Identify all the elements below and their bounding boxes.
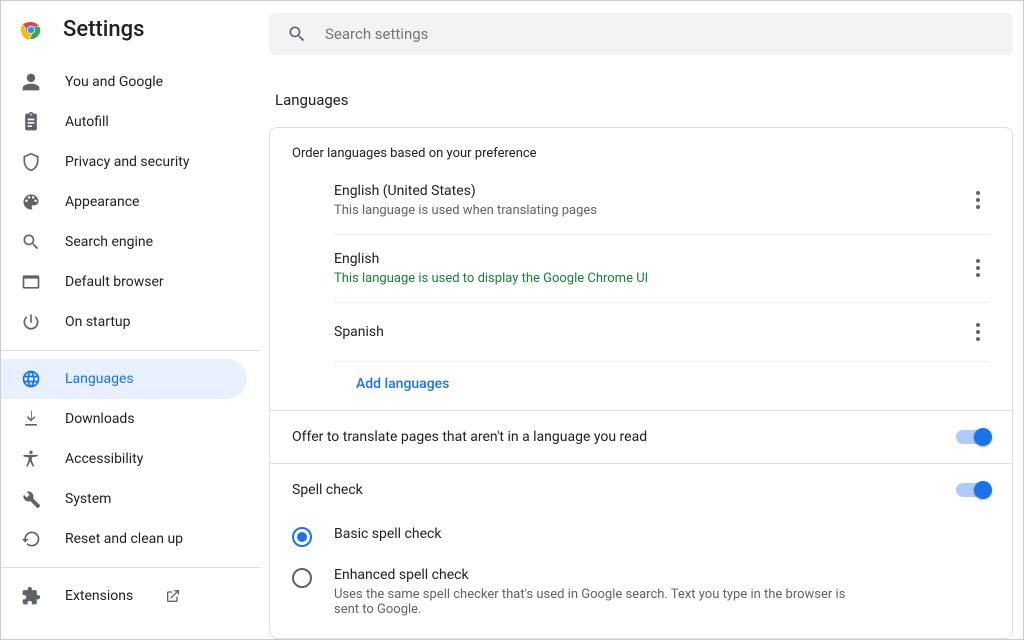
main-content: Languages Order languages based on your …	[261, 1, 1023, 639]
language-row: Spanish	[334, 303, 990, 362]
clipboard-icon	[21, 112, 41, 132]
sidebar-item-label: Reset and clean up	[65, 531, 183, 547]
languages-card: Order languages based on your preference…	[269, 127, 1013, 639]
sidebar-item-label: Accessibility	[65, 451, 143, 467]
wrench-icon	[21, 489, 41, 509]
accessibility-icon	[21, 449, 41, 469]
sidebar-item-privacy[interactable]: Privacy and security	[1, 142, 261, 182]
language-name: Spanish	[334, 324, 966, 340]
translate-row: Offer to translate pages that aren't in …	[270, 410, 1012, 463]
more-options-button[interactable]	[966, 255, 990, 281]
brand-row: Settings	[1, 13, 261, 62]
sidebar-item-label: Privacy and security	[65, 154, 189, 170]
chrome-logo-icon	[19, 18, 43, 42]
language-subtext: This language is used when translating p…	[334, 203, 966, 218]
language-info: English (United States) This language is…	[334, 183, 966, 218]
sidebar-item-label: You and Google	[65, 74, 163, 90]
palette-icon	[21, 192, 41, 212]
divider	[1, 567, 261, 568]
sidebar-item-label: Extensions	[65, 588, 133, 604]
language-name: English	[334, 251, 966, 267]
sidebar-item-label: Appearance	[65, 194, 139, 210]
divider	[1, 350, 261, 351]
sidebar-item-default-browser[interactable]: Default browser	[1, 262, 261, 302]
search-input[interactable]	[325, 25, 995, 43]
sidebar-item-accessibility[interactable]: Accessibility	[1, 439, 261, 479]
person-icon	[21, 72, 41, 92]
sidebar-item-label: Languages	[65, 371, 134, 387]
search-icon	[21, 232, 41, 252]
sidebar-item-label: Default browser	[65, 274, 164, 290]
order-heading: Order languages based on your preference	[270, 128, 1012, 167]
radio-basic-row: Basic spell check	[292, 516, 990, 557]
restore-icon	[21, 529, 41, 549]
sidebar: Settings You and Google Autofill Privacy…	[1, 1, 261, 639]
shield-icon	[21, 152, 41, 172]
language-name: English (United States)	[334, 183, 966, 199]
language-subtext: This language is used to display the Goo…	[334, 271, 966, 286]
sidebar-item-on-startup[interactable]: On startup	[1, 302, 261, 342]
sidebar-item-label: On startup	[65, 314, 131, 330]
language-info: English This language is used to display…	[334, 251, 966, 286]
sidebar-item-downloads[interactable]: Downloads	[1, 399, 261, 439]
language-row: English (United States) This language is…	[334, 167, 990, 235]
language-row: English This language is used to display…	[334, 235, 990, 303]
sidebar-item-search-engine[interactable]: Search engine	[1, 222, 261, 262]
sidebar-item-label: Downloads	[65, 411, 135, 427]
extension-icon	[21, 586, 41, 606]
more-options-button[interactable]	[966, 187, 990, 213]
spellcheck-toggle[interactable]	[956, 483, 990, 497]
radio-basic-label: Basic spell check	[334, 526, 441, 542]
radio-basic[interactable]	[292, 527, 312, 547]
spellcheck-label: Spell check	[292, 482, 956, 498]
add-languages-button[interactable]: Add languages	[292, 362, 990, 410]
radio-enhanced-sub: Uses the same spell checker that's used …	[334, 587, 854, 617]
nav-primary: You and Google Autofill Privacy and secu…	[1, 62, 261, 616]
sidebar-item-languages[interactable]: Languages	[1, 359, 247, 399]
browser-icon	[21, 272, 41, 292]
sidebar-item-reset[interactable]: Reset and clean up	[1, 519, 261, 559]
sidebar-item-you-and-google[interactable]: You and Google	[1, 62, 261, 102]
section-title: Languages	[275, 91, 1013, 109]
globe-icon	[21, 369, 41, 389]
sidebar-item-label: System	[65, 491, 111, 507]
translate-toggle[interactable]	[956, 430, 990, 444]
radio-enhanced[interactable]	[292, 568, 312, 588]
language-list: English (United States) This language is…	[270, 167, 1012, 410]
translate-label: Offer to translate pages that aren't in …	[292, 429, 956, 445]
search-bar[interactable]	[269, 13, 1013, 55]
more-options-button[interactable]	[966, 319, 990, 345]
sidebar-item-system[interactable]: System	[1, 479, 261, 519]
search-icon	[287, 24, 307, 44]
brand-title: Settings	[63, 17, 144, 42]
open-in-new-icon	[163, 586, 183, 606]
spellcheck-options: Basic spell check Enhanced spell check U…	[270, 516, 1012, 639]
radio-enhanced-row: Enhanced spell check Uses the same spell…	[292, 557, 990, 627]
radio-enhanced-label: Enhanced spell check	[334, 567, 854, 583]
sidebar-item-label: Search engine	[65, 234, 153, 250]
sidebar-item-label: Autofill	[65, 114, 109, 130]
spellcheck-row: Spell check	[270, 463, 1012, 516]
language-info: Spanish	[334, 324, 966, 340]
sidebar-item-extensions[interactable]: Extensions	[1, 576, 261, 616]
sidebar-item-autofill[interactable]: Autofill	[1, 102, 261, 142]
download-icon	[21, 409, 41, 429]
sidebar-item-appearance[interactable]: Appearance	[1, 182, 261, 222]
power-icon	[21, 312, 41, 332]
